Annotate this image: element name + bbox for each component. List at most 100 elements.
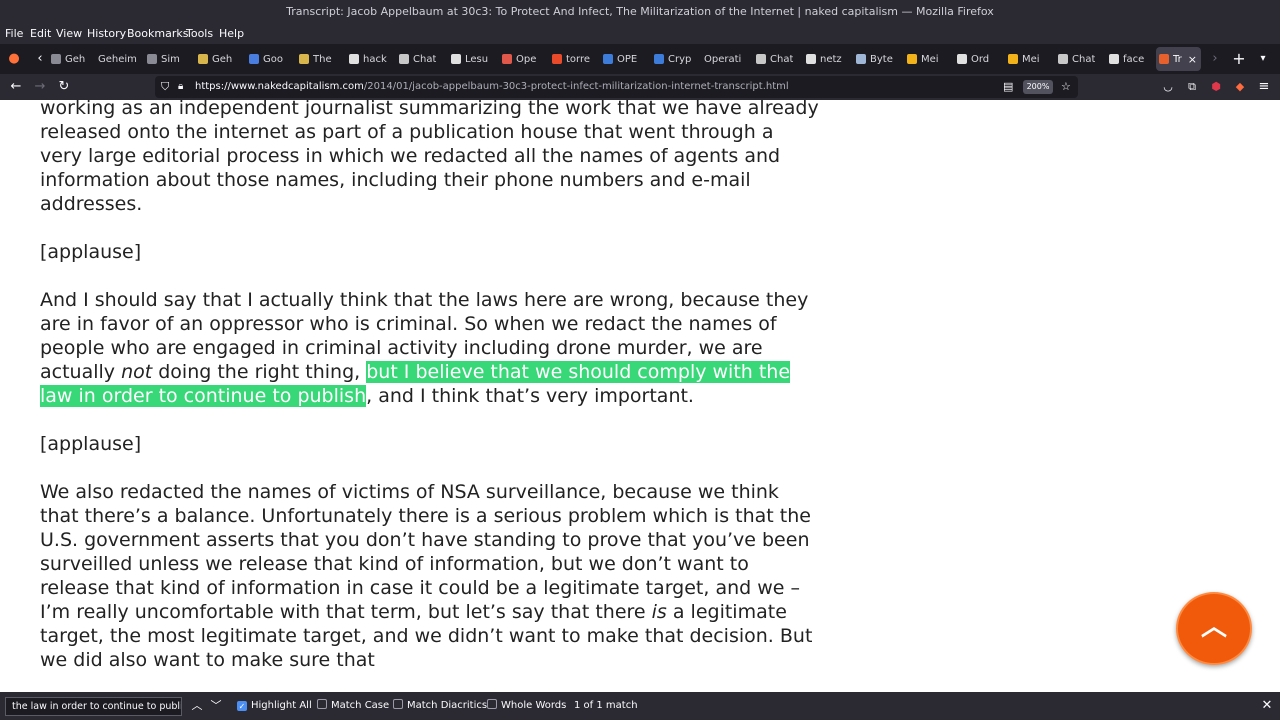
tab-label: Cryp: [668, 53, 692, 65]
highlight-all-checkbox[interactable]: ✓ Highlight All: [237, 699, 312, 713]
menu-edit[interactable]: Edit: [30, 27, 51, 40]
url-bar[interactable]: ⛉ 🔒︎ https://www.nakedcapitalism.com/201…: [155, 76, 1078, 98]
checkbox-box: [317, 699, 327, 709]
nc-icon: [1159, 54, 1169, 64]
chevron-up-icon: ︿: [1200, 612, 1227, 642]
tab-1[interactable]: Geh: [48, 47, 92, 71]
tab-label: Chat: [770, 53, 794, 65]
menu-history[interactable]: History: [87, 27, 126, 40]
menu-tools[interactable]: Tools: [186, 27, 213, 40]
menu-help[interactable]: Help: [219, 27, 244, 40]
tab-21[interactable]: Chat: [1055, 47, 1103, 71]
tabs-scroll-right-icon[interactable]: ›: [1205, 48, 1225, 70]
tracking-protection-shield-icon[interactable]: ⛉: [161, 76, 169, 98]
tab-20[interactable]: Mei: [1005, 47, 1052, 71]
tab-4[interactable]: Geh: [195, 47, 243, 71]
tab-label: Byte: [870, 53, 893, 65]
checkbox-box: [393, 699, 403, 709]
tab-6[interactable]: The: [296, 47, 343, 71]
emphasis-text: not: [121, 361, 153, 383]
list-all-tabs-icon[interactable]: ▾: [1253, 48, 1273, 70]
menu-bookmarks[interactable]: Bookmarks: [127, 27, 188, 40]
ublock-icon[interactable]: ⬢: [1206, 77, 1226, 97]
tab-label: Geheim: [98, 53, 137, 65]
close-findbar-icon[interactable]: ✕: [1260, 698, 1274, 714]
find-next-icon[interactable]: ﹀: [209, 698, 223, 714]
find-previous-icon[interactable]: ︿: [190, 698, 204, 714]
tab-label: Chat: [413, 53, 437, 65]
tab-label: hack: [363, 53, 387, 65]
tab-7[interactable]: hack: [346, 47, 393, 71]
article-body: been released – just to be clear on the …: [40, 100, 820, 692]
tab-23[interactable]: Tr ×: [1156, 47, 1201, 71]
tab-strip: ● ‹ Geh Geheim Sim Geh Goo The hack Chat Lesu Ope…: [0, 44, 1280, 74]
paragraph-text: , and I think that’s very important.: [366, 385, 694, 407]
tab-19[interactable]: Ord: [954, 47, 1002, 71]
reload-icon[interactable]: ↻: [54, 77, 74, 97]
tab-label: face: [1123, 53, 1145, 65]
tab-2[interactable]: Geheim: [95, 47, 141, 71]
bookmark-icon: [299, 54, 309, 64]
whole-words-label: Whole Words: [501, 700, 567, 711]
lock-icon[interactable]: 🔒︎: [178, 76, 183, 98]
applause-note: [applause]: [40, 241, 142, 263]
bookmark-star-icon[interactable]: ☆: [1061, 76, 1071, 98]
tab-label: Mei: [1022, 53, 1040, 65]
find-bar: the law in order to continue to publish …: [0, 692, 1280, 720]
url-text[interactable]: https://www.nakedcapitalism.com/2014/01/…: [195, 76, 789, 98]
tab-14[interactable]: Operati: [701, 47, 750, 71]
app-menu-icon[interactable]: ≡: [1254, 77, 1274, 97]
back-icon[interactable]: ←: [6, 77, 26, 97]
reader-view-icon[interactable]: ▤: [1003, 76, 1013, 98]
navigation-bar: ← → ↻ ⛉ 🔒︎ https://www.nakedcapitalism.c…: [0, 74, 1280, 100]
tabs-scroll-left-icon[interactable]: ‹: [30, 48, 50, 70]
menu-file[interactable]: File: [5, 27, 23, 40]
tab-17[interactable]: Byte: [853, 47, 901, 71]
tab-label: Chat: [1072, 53, 1096, 65]
tab-label: Mei: [921, 53, 939, 65]
tab-8[interactable]: Chat: [396, 47, 445, 71]
generic-page-icon: [502, 54, 512, 64]
match-case-checkbox[interactable]: Match Case: [317, 699, 389, 713]
paragraph: We also redacted the names of victims of…: [40, 480, 820, 672]
tab-5[interactable]: Goo: [246, 47, 293, 71]
tab-12[interactable]: OPE: [600, 47, 648, 71]
new-tab-icon[interactable]: +: [1229, 48, 1249, 70]
tab-18[interactable]: Mei: [904, 47, 951, 71]
tab-16[interactable]: netz: [803, 47, 850, 71]
tab-label: Sim: [161, 53, 180, 65]
tab-label: Geh: [65, 53, 86, 65]
extension-icon[interactable]: ◆: [1230, 77, 1250, 97]
tab-22[interactable]: face: [1106, 47, 1153, 71]
find-input[interactable]: the law in order to continue to publish: [5, 697, 182, 716]
google-icon: [1109, 54, 1119, 64]
menu-view[interactable]: View: [56, 27, 82, 40]
tab-11[interactable]: torre: [549, 47, 597, 71]
firefox-view-icon[interactable]: ●: [4, 48, 24, 70]
extensions-icon[interactable]: ⧉: [1182, 77, 1202, 97]
generic-page-icon: [1008, 54, 1018, 64]
pocket-icon[interactable]: ◡: [1158, 77, 1178, 97]
tab-13[interactable]: Cryp: [651, 47, 698, 71]
url-path: /2014/01/jacob-appelbaum-30c3-protect-in…: [363, 81, 789, 92]
generic-page-icon: [51, 54, 61, 64]
forward-icon[interactable]: →: [30, 77, 50, 97]
generic-page-icon: [856, 54, 866, 64]
tab-15[interactable]: Chat: [753, 47, 800, 71]
tab-3[interactable]: Sim: [144, 47, 192, 71]
match-diacritics-checkbox[interactable]: Match Diacritics: [393, 699, 487, 713]
close-tab-icon[interactable]: ×: [1188, 53, 1197, 66]
match-diacritics-label: Match Diacritics: [407, 700, 488, 711]
scroll-to-top-button[interactable]: ︿: [1176, 592, 1252, 665]
emphasis-text: is: [651, 601, 667, 623]
tab-9[interactable]: Lesu: [448, 47, 496, 71]
generic-page-icon: [957, 54, 967, 64]
whole-words-checkbox[interactable]: Whole Words: [487, 699, 566, 713]
zoom-level-badge[interactable]: 200%: [1023, 80, 1053, 94]
tab-label: torre: [566, 53, 591, 65]
menu-bar: File Edit View History Bookmarks Tools H…: [0, 24, 1280, 44]
tab-10[interactable]: Ope: [499, 47, 546, 71]
match-case-label: Match Case: [331, 700, 390, 711]
paragraph: And I should say that I actually think t…: [40, 288, 820, 408]
tab-label: The: [313, 53, 332, 65]
